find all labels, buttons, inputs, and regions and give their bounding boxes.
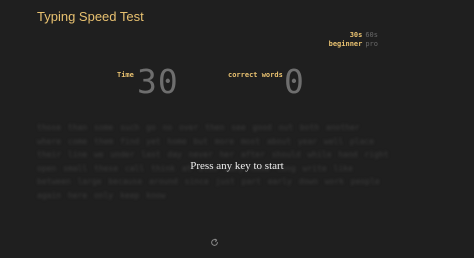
- app-title: Typing Speed Test: [37, 9, 144, 24]
- duration-options: 30s 60s: [350, 31, 378, 39]
- duration-option-60s[interactable]: 60s: [365, 31, 378, 39]
- level-option-pro[interactable]: pro: [365, 40, 378, 48]
- level-options: beginner pro: [329, 40, 378, 48]
- restart-icon[interactable]: [210, 234, 219, 246]
- duration-option-30s[interactable]: 30s: [350, 31, 363, 39]
- time-label: Time: [117, 71, 134, 79]
- correct-words-label: correct words: [228, 71, 283, 79]
- typing-test-page: Typing Speed Test 30s 60s beginner pro Tim…: [0, 0, 474, 258]
- level-option-beginner[interactable]: beginner: [329, 40, 363, 48]
- correct-words-count: 0: [284, 62, 304, 101]
- start-prompt: Press any key to start: [190, 160, 284, 172]
- time-remaining: 30: [137, 62, 179, 101]
